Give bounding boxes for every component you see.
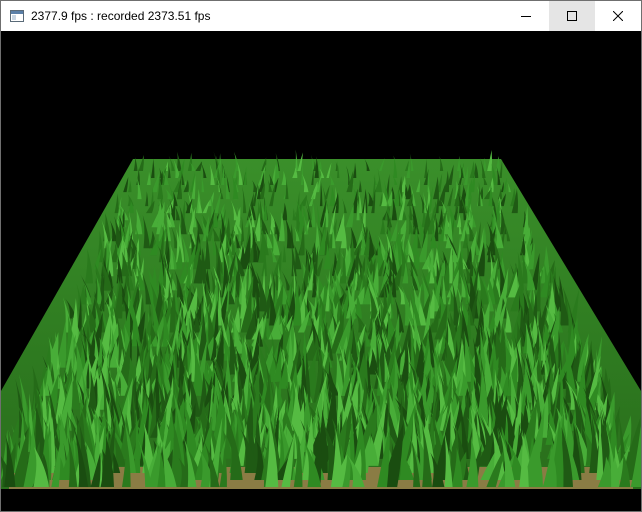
- maximize-icon: [567, 11, 577, 21]
- render-viewport[interactable]: [1, 31, 641, 511]
- grass-blades: [1, 149, 641, 487]
- minimize-icon: [521, 16, 531, 17]
- app-window: 2377.9 fps : recorded 2373.51 fps: [0, 0, 642, 512]
- window-icon[interactable]: [9, 1, 25, 31]
- window-controls: [503, 1, 641, 31]
- title-bar[interactable]: 2377.9 fps : recorded 2373.51 fps: [1, 1, 641, 31]
- minimize-button[interactable]: [503, 1, 549, 31]
- close-button[interactable]: [595, 1, 641, 31]
- maximize-button[interactable]: [549, 1, 595, 31]
- close-icon: [613, 11, 623, 21]
- grass-field-render: [1, 149, 641, 489]
- window-title: 2377.9 fps : recorded 2373.51 fps: [31, 9, 211, 23]
